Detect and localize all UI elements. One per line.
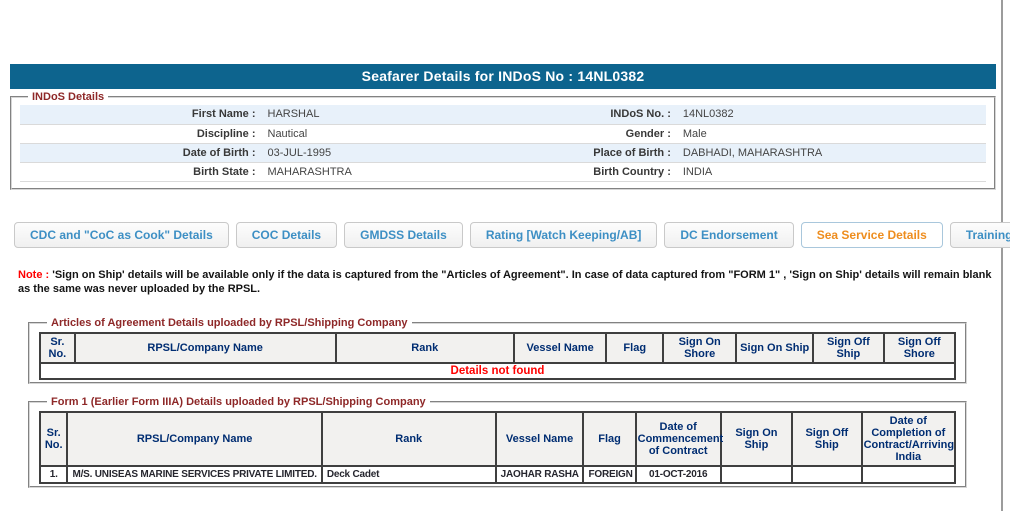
indos-row-2: Discipline : Nautical Gender : Male — [20, 124, 986, 143]
tab-dc-endorsement[interactable]: DC Endorsement — [664, 222, 793, 248]
indos-details-panel: INDoS Details First Name : HARSHAL INDoS… — [10, 91, 996, 190]
col-flag: Flag — [583, 412, 635, 466]
col-sign-on-ship: Sign On Ship — [736, 333, 813, 363]
sign-off-ship-value — [792, 466, 862, 483]
first-name-label: First Name : — [20, 105, 262, 124]
indos-no-value: 14NL0382 — [677, 105, 986, 124]
note-body: 'Sign on Ship' details will be available… — [18, 269, 991, 295]
birth-country-label: Birth Country : — [503, 162, 677, 181]
flag-value: FOREIGN — [583, 466, 635, 483]
articles-empty-row: Details not found — [40, 363, 955, 379]
col-sign-off-ship: Sign Off Ship — [792, 412, 862, 466]
col-flag: Flag — [606, 333, 663, 363]
date-of-commencement-value: 01-OCT-2016 — [636, 466, 721, 483]
form1-details-panel: Form 1 (Earlier Form IIIA) Details uploa… — [28, 396, 967, 488]
indos-row-3: Date of Birth : 03-JUL-1995 Place of Bir… — [20, 143, 986, 162]
tab-rating-watch-keeping-ab[interactable]: Rating [Watch Keeping/AB] — [470, 222, 658, 248]
sr-no-value: 1. — [40, 466, 67, 483]
vessel-name-value: JAOHAR RASHA — [496, 466, 584, 483]
gender-value: Male — [677, 124, 986, 143]
col-rpsl-company-name: RPSL/Company Name — [67, 412, 321, 466]
discipline-value: Nautical — [262, 124, 504, 143]
indos-details-legend: INDoS Details — [28, 91, 108, 103]
date-of-birth-label: Date of Birth : — [20, 143, 262, 162]
indos-row-1: First Name : HARSHAL INDoS No. : 14NL038… — [20, 105, 986, 124]
indos-details-table: First Name : HARSHAL INDoS No. : 14NL038… — [20, 105, 986, 182]
col-sign-off-ship: Sign Off Ship — [813, 333, 883, 363]
col-sign-off-shore: Sign Off Shore — [884, 333, 955, 363]
articles-of-agreement-panel: Articles of Agreement Details uploaded b… — [28, 317, 967, 384]
note-prefix: Note : — [18, 269, 49, 281]
col-vessel-name: Vessel Name — [514, 333, 606, 363]
indos-no-label: INDoS No. : — [503, 105, 677, 124]
form1-legend: Form 1 (Earlier Form IIIA) Details uploa… — [47, 396, 430, 408]
seafarer-details-page: Seafarer Details for INDoS No : 14NL0382… — [0, 0, 1010, 511]
gender-label: Gender : — [503, 124, 677, 143]
form1-data-row: 1. M/S. UNISEAS MARINE SERVICES PRIVATE … — [40, 466, 955, 483]
col-rank: Rank — [336, 333, 514, 363]
tab-gmdss-details[interactable]: GMDSS Details — [344, 222, 463, 248]
place-of-birth-label: Place of Birth : — [503, 143, 677, 162]
articles-header-row: Sr. No. RPSL/Company Name Rank Vessel Na… — [40, 333, 955, 363]
page-title: Seafarer Details for INDoS No : 14NL0382 — [10, 64, 996, 89]
date-of-birth-value: 03-JUL-1995 — [262, 143, 504, 162]
form1-header-row: Sr. No. RPSL/Company Name Rank Vessel Na… — [40, 412, 955, 466]
col-sign-on-shore: Sign On Shore — [663, 333, 736, 363]
tab-sea-service-details[interactable]: Sea Service Details — [801, 222, 943, 248]
sign-on-ship-value — [721, 466, 792, 483]
first-name-value: HARSHAL — [262, 105, 504, 124]
col-rpsl-company-name: RPSL/Company Name — [75, 333, 336, 363]
col-sr-no: Sr. No. — [40, 412, 67, 466]
tab-training-details[interactable]: Training Details — [950, 222, 1010, 248]
col-sign-on-ship: Sign On Ship — [721, 412, 792, 466]
details-tab-bar: CDC and "CoC as Cook" Details COC Detail… — [14, 222, 1010, 248]
place-of-birth-value: DABHADI, MAHARASHTRA — [677, 143, 986, 162]
articles-legend: Articles of Agreement Details uploaded b… — [47, 317, 412, 329]
col-vessel-name: Vessel Name — [496, 412, 584, 466]
page-edge-divider — [1001, 0, 1003, 511]
col-date-of-completion: Date of Completion of Contract/Arriving … — [862, 412, 955, 466]
birth-country-value: INDIA — [677, 162, 986, 181]
birth-state-label: Birth State : — [20, 162, 262, 181]
rank-value: Deck Cadet — [322, 466, 496, 483]
col-date-of-commencement: Date of Commencement of Contract — [636, 412, 721, 466]
tab-cdc-coc-as-cook-details[interactable]: CDC and "CoC as Cook" Details — [14, 222, 229, 248]
sign-on-ship-note: Note : 'Sign on Ship' details will be av… — [18, 268, 994, 296]
discipline-label: Discipline : — [20, 124, 262, 143]
indos-row-4: Birth State : MAHARASHTRA Birth Country … — [20, 162, 986, 181]
details-not-found-message: Details not found — [40, 363, 955, 379]
articles-table: Sr. No. RPSL/Company Name Rank Vessel Na… — [39, 332, 956, 380]
col-rank: Rank — [322, 412, 496, 466]
date-of-completion-value — [862, 466, 955, 483]
birth-state-value: MAHARASHTRA — [262, 162, 504, 181]
col-sr-no: Sr. No. — [40, 333, 75, 363]
form1-table: Sr. No. RPSL/Company Name Rank Vessel Na… — [39, 411, 956, 484]
rpsl-company-name-value: M/S. UNISEAS MARINE SERVICES PRIVATE LIM… — [67, 466, 321, 483]
tab-coc-details[interactable]: COC Details — [236, 222, 337, 248]
